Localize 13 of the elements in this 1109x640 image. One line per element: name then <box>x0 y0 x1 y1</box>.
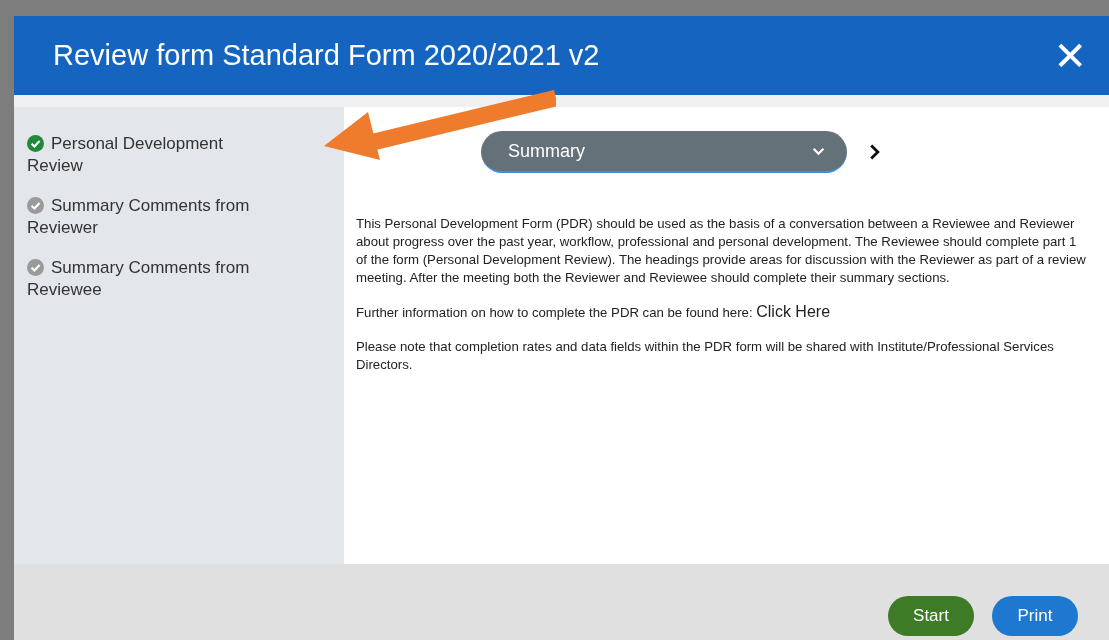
note-paragraph: Please note that completion rates and data fields within the PDR form will be shared with Institute/Professional Services Directors. <box>356 338 1055 374</box>
section-link[interactable]: Summary Comments from Reviewee <box>27 257 277 301</box>
close-button[interactable]: ✕ <box>1053 35 1087 76</box>
section-dropdown[interactable]: Summary <box>481 131 847 173</box>
info-text: Further information on how to complete the PDR can be found here: <box>356 305 753 320</box>
dialog-title: Review form Standard Form 2020/2021 v2 <box>53 39 600 72</box>
chevron-down-icon <box>812 146 825 156</box>
start-button[interactable]: Start <box>888 596 974 636</box>
section-link[interactable]: Personal Development Review <box>27 133 277 177</box>
help-link[interactable]: Click Here <box>756 303 831 320</box>
print-button[interactable]: Print <box>992 596 1078 636</box>
section-link[interactable]: Summary Comments from Reviewer <box>27 195 277 239</box>
intro-paragraph: This Personal Development Form (PDR) should be used as the basis of a conversation between a Reviewee and Reviewer about progress over the past year, workflow, professional and personal development. The Reviewee should complete part 1 of the form (Personal Development Review). The headings provide areas for discussion with the Reviewer as part of a review meeting. After the meeting both the Reviewer and Reviewee should complete their summary sections. <box>356 215 1086 287</box>
